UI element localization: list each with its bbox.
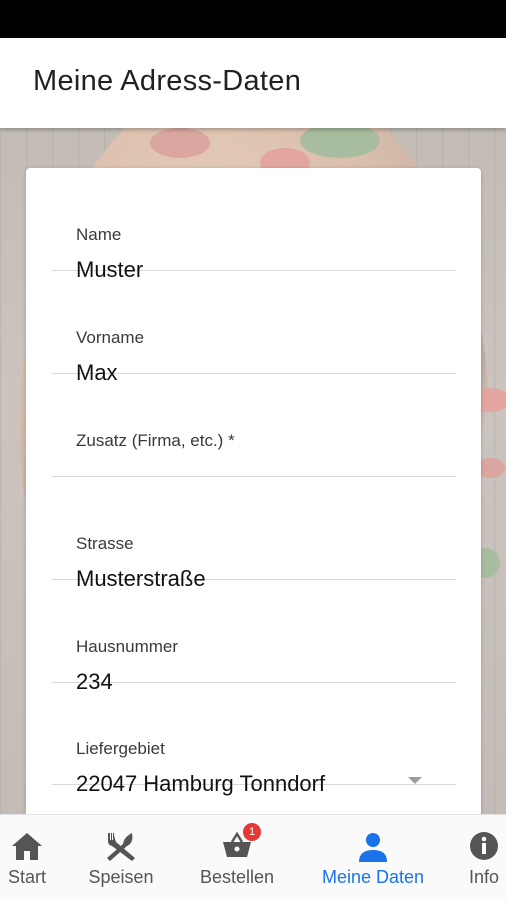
nav-item-bestellen[interactable]: 1 Bestellen (192, 815, 282, 900)
house-number-label: Hausnummer (76, 637, 179, 656)
app-header: Meine Adress-Daten (0, 38, 506, 128)
cart-count-badge: 1 (243, 823, 261, 841)
street-label: Strasse (76, 534, 134, 553)
nav-label-start: Start (7, 867, 47, 887)
address-form-card: Name Muster Vorname Max Zusatz (Firma, e… (26, 168, 481, 828)
person-icon (357, 831, 389, 868)
name-field[interactable]: Name Muster (52, 168, 456, 282)
nav-item-info[interactable]: Info (464, 815, 504, 900)
cutlery-icon (104, 831, 138, 868)
chevron-down-icon[interactable] (408, 777, 422, 784)
info-icon (469, 831, 499, 866)
nav-item-start[interactable]: Start (2, 815, 52, 900)
addition-field[interactable]: Zusatz (Firma, etc.) * (52, 374, 456, 477)
delivery-area-label: Liefergebiet (76, 739, 165, 758)
nav-label-info: Info (468, 867, 500, 887)
delivery-area-value[interactable]: 22047 Hamburg Tonndorf (76, 771, 325, 797)
house-number-field[interactable]: Hausnummer 234 (52, 580, 456, 694)
page-title: Meine Adress-Daten (33, 65, 302, 97)
street-field[interactable]: Strasse Musterstraße (52, 477, 456, 591)
basket-icon: 1 (222, 823, 261, 864)
nav-item-meine-daten[interactable]: Meine Daten (314, 815, 432, 900)
first-name-field[interactable]: Vorname Max (52, 271, 456, 385)
first-name-label: Vorname (76, 328, 145, 347)
nav-label-bestellen: Bestellen (199, 867, 275, 887)
name-label: Name (76, 225, 122, 244)
bottom-navigation: Start Speisen 1 Bestellen Meine Daten In… (0, 814, 506, 900)
nav-label-meine-daten: Meine Daten (321, 867, 425, 887)
addition-label: Zusatz (Firma, etc.) * (76, 431, 235, 450)
nav-item-speisen[interactable]: Speisen (82, 815, 160, 900)
nav-label-speisen: Speisen (88, 867, 154, 887)
home-icon (10, 831, 44, 866)
delivery-area-select[interactable]: Liefergebiet 22047 Hamburg Tonndorf (52, 682, 456, 796)
status-bar (0, 0, 506, 38)
